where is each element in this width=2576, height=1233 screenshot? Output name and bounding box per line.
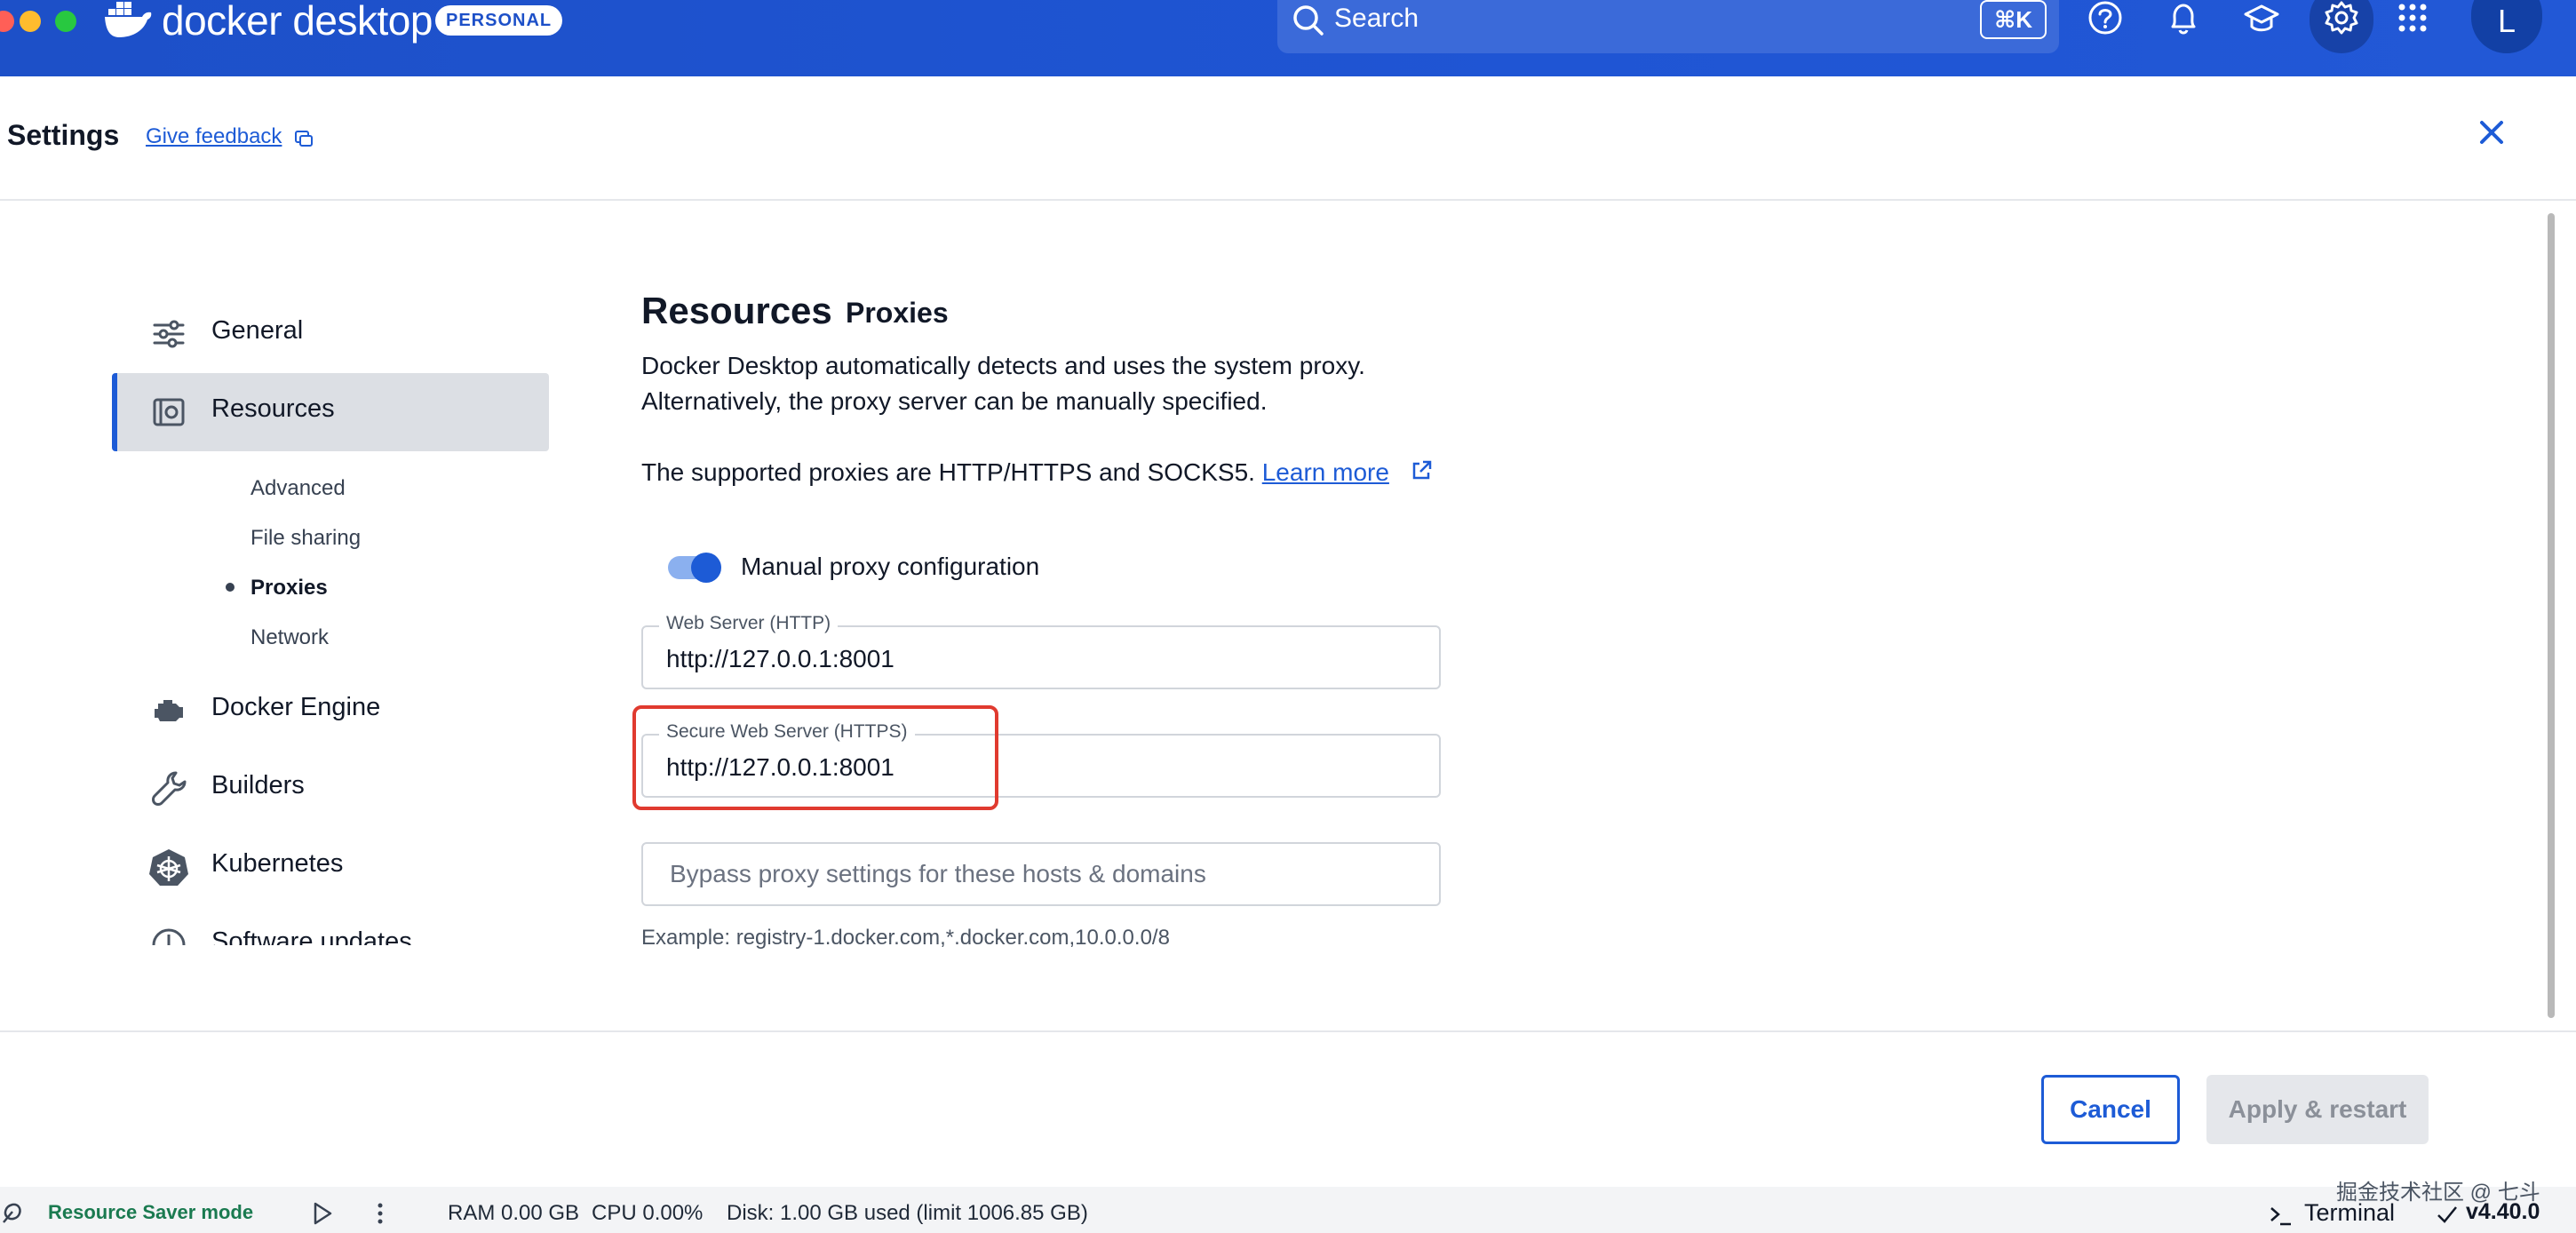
sidebar-item-label: Kubernetes [211, 849, 344, 878]
sidebar-item-resources[interactable]: Resources [112, 373, 549, 451]
bypass-example-hint: Example: registry-1.docker.com,*.docker.… [641, 926, 1170, 950]
close-icon[interactable] [2477, 117, 2507, 147]
search-icon [1293, 5, 1324, 36]
sidebar-subitem-file-sharing[interactable]: File sharing [250, 526, 361, 551]
checkmark-icon [2437, 1206, 2457, 1223]
top-bar: docker desktop PERSONAL Search ⌘K L [0, 0, 2576, 76]
gear-icon[interactable] [2322, 0, 2361, 39]
apps-grid-icon[interactable] [2393, 0, 2432, 39]
disk-usage: Disk: 1.00 GB used (limit 1006.85 GB) [727, 1201, 1088, 1225]
cpu-usage: CPU 0.00% [592, 1201, 704, 1225]
learning-cap-icon[interactable] [2242, 0, 2281, 39]
ram-usage: RAM 0.00 GB [448, 1201, 580, 1225]
scrollbar[interactable] [2548, 213, 2555, 1018]
version-label: v4.40.0 [2466, 1199, 2540, 1224]
sidebar-item-label: Software updates [211, 927, 412, 945]
sidebar-item-general[interactable]: General [112, 295, 544, 373]
http-proxy-value[interactable]: http://127.0.0.1:8001 [666, 645, 894, 673]
sidebar-subitem-advanced[interactable]: Advanced [250, 476, 346, 501]
sidebar-item-builders[interactable]: Builders [112, 750, 544, 828]
feedback-icon[interactable] [293, 128, 314, 149]
docker-whale-icon [105, 2, 152, 37]
http-proxy-field[interactable]: Web Server (HTTP) http://127.0.0.1:8001 [641, 613, 1441, 689]
sidebar-item-docker-engine[interactable]: Docker Engine [112, 672, 544, 750]
search-shortcut-badge: ⌘K [1980, 0, 2047, 39]
window-minimize-dot[interactable] [20, 11, 41, 32]
sliders-icon [153, 320, 185, 348]
external-link-icon[interactable] [1409, 458, 1434, 483]
description-line-2: Alternatively, the proxy server can be m… [641, 387, 1268, 415]
annotation-highlight-box [632, 705, 998, 810]
cancel-button[interactable]: Cancel [2041, 1075, 2180, 1144]
sidebar-subitem-proxies[interactable]: Proxies [250, 576, 328, 601]
header-divider [0, 199, 2576, 201]
learn-more-link[interactable]: Learn more [1262, 458, 1389, 486]
play-icon[interactable] [311, 1201, 334, 1226]
page-title: Settings [7, 119, 120, 151]
engine-icon [155, 700, 183, 721]
terminal-button[interactable]: Terminal [2304, 1199, 2395, 1227]
terminal-icon[interactable] [2269, 1203, 2294, 1228]
give-feedback-link[interactable]: Give feedback [146, 124, 282, 149]
toggle-label: Manual proxy configuration [741, 553, 1040, 580]
http-proxy-label: Web Server (HTTP) [659, 613, 839, 634]
section-subtitle: Proxies [846, 297, 949, 329]
footer-divider [0, 1030, 2576, 1032]
bypass-proxy-field[interactable]: Bypass proxy settings for these hosts & … [641, 842, 1441, 906]
sidebar-item-kubernetes[interactable]: Kubernetes [112, 828, 544, 906]
more-options-icon[interactable] [371, 1201, 389, 1226]
kubernetes-icon [149, 849, 188, 886]
bell-icon[interactable] [2164, 0, 2203, 39]
sidebar-item-label: Docker Engine [211, 693, 381, 721]
sidebar-item-label: Builders [211, 771, 305, 799]
toggle-knob[interactable] [691, 553, 721, 583]
section-title: Resources [641, 290, 832, 331]
sidebar-item-label: Resources [211, 394, 335, 423]
sidebar-subitem-network[interactable]: Network [250, 625, 329, 650]
wrench-icon [152, 771, 187, 806]
description-line-1: Docker Desktop automatically detects and… [641, 352, 1365, 379]
supported-proxies-text: The supported proxies are HTTP/HTTPS and… [641, 458, 1389, 487]
sidebar-item-software-updates[interactable]: Software updates [112, 906, 544, 945]
active-bullet-icon [226, 583, 235, 592]
sidebar-item-label: General [211, 316, 304, 345]
plan-badge: PERSONAL [435, 5, 563, 36]
resource-saver-label: Resource Saver mode [48, 1201, 254, 1223]
resources-icon [153, 398, 185, 426]
supported-proxies-label: The supported proxies are HTTP/HTTPS and… [641, 458, 1262, 486]
window-maximize-dot[interactable] [55, 11, 76, 32]
resource-saver-icon [3, 1203, 21, 1223]
clock-icon [152, 928, 186, 945]
window-close-dot[interactable] [0, 11, 14, 32]
search-bar[interactable]: Search ⌘K [1277, 0, 2059, 53]
apply-restart-button[interactable]: Apply & restart [2206, 1075, 2429, 1144]
brand-name: docker desktop [162, 0, 433, 44]
bypass-proxy-placeholder: Bypass proxy settings for these hosts & … [670, 860, 1206, 887]
avatar[interactable]: L [2471, 0, 2542, 53]
help-icon[interactable] [2086, 0, 2125, 39]
search-placeholder: Search [1334, 4, 1419, 33]
